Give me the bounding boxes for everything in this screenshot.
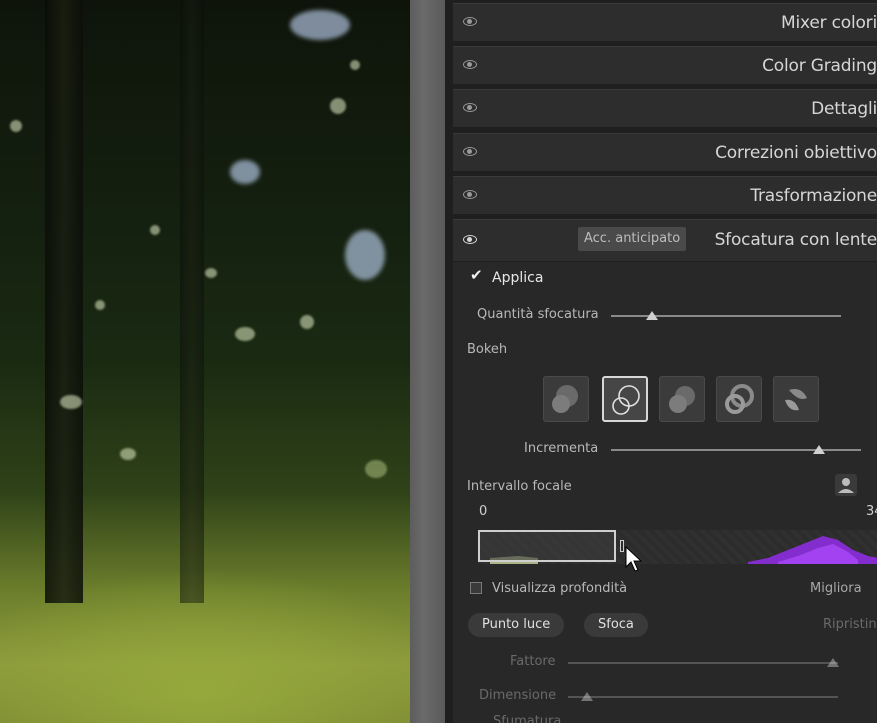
apply-checkbox[interactable]: ✔ bbox=[470, 268, 483, 283]
lens-blur-body: ✔ Applica Quantità sfocatura Bokeh Incre… bbox=[453, 262, 877, 723]
section-title: Mixer colori bbox=[781, 13, 877, 33]
section-color-grading[interactable]: Color Grading bbox=[453, 46, 877, 84]
tree-trunk bbox=[45, 0, 83, 603]
photo-preview[interactable] bbox=[0, 0, 410, 723]
bokeh-ring-button[interactable] bbox=[602, 376, 648, 422]
tree-trunk bbox=[180, 0, 204, 603]
refine-label[interactable]: Migliora bbox=[810, 581, 862, 596]
eye-icon[interactable] bbox=[463, 190, 477, 199]
eye-icon[interactable] bbox=[463, 235, 477, 244]
section-title: Correzioni obiettivo bbox=[715, 143, 877, 163]
section-mixer-colori[interactable]: Mixer colori bbox=[453, 3, 877, 41]
boost-label: Incrementa bbox=[524, 441, 599, 456]
mouse-pointer-icon bbox=[625, 545, 643, 572]
eye-icon[interactable] bbox=[463, 147, 477, 156]
bokeh-cat-eye-button[interactable] bbox=[773, 376, 819, 422]
section-title: Color Grading bbox=[762, 56, 877, 76]
sky-highlight bbox=[345, 230, 385, 280]
section-title: Trasformazione bbox=[750, 186, 877, 206]
blur-amount-label: Quantità sfocatura bbox=[477, 307, 599, 322]
ring-bokeh-icon bbox=[612, 385, 640, 415]
bokeh-highlight bbox=[350, 60, 360, 70]
highlight-button[interactable]: Punto luce bbox=[468, 613, 565, 637]
bokeh-label: Bokeh bbox=[467, 342, 508, 357]
factor-label: Fattore bbox=[510, 654, 556, 669]
bokeh-highlight bbox=[10, 120, 22, 132]
bokeh-highlight bbox=[365, 460, 387, 478]
section-lens-blur-header[interactable]: Acc. anticipato Sfocatura con lente bbox=[453, 219, 877, 261]
bokeh-highlight bbox=[120, 448, 136, 460]
eye-icon[interactable] bbox=[463, 103, 477, 112]
focal-range-depth-histogram[interactable] bbox=[478, 530, 877, 564]
bokeh-blade-button[interactable] bbox=[659, 376, 705, 422]
sky-highlight bbox=[230, 160, 260, 184]
section-trasformazione[interactable]: Trasformazione bbox=[453, 176, 877, 214]
section-correzioni-obiettivo[interactable]: Correzioni obiettivo bbox=[453, 133, 877, 171]
circle-bokeh-icon bbox=[552, 385, 578, 413]
bokeh-highlight bbox=[205, 268, 217, 278]
size-slider-track[interactable] bbox=[568, 696, 838, 698]
reset-link[interactable]: Ripristin bbox=[823, 617, 877, 632]
early-access-badge: Acc. anticipato bbox=[578, 227, 687, 251]
focal-range-label: Intervallo focale bbox=[467, 479, 572, 494]
bokeh-highlight bbox=[60, 395, 82, 409]
next-option-label: Sfumatura bbox=[493, 714, 562, 723]
focus-subject-icon[interactable] bbox=[835, 474, 857, 496]
bokeh-donut-button[interactable] bbox=[716, 376, 762, 422]
bokeh-highlight bbox=[330, 98, 346, 114]
panel-divider bbox=[410, 0, 445, 723]
show-depth-checkbox[interactable] bbox=[470, 582, 482, 594]
blade-bokeh-icon bbox=[669, 386, 695, 413]
bokeh-highlight bbox=[300, 315, 314, 329]
sky-highlight bbox=[290, 10, 350, 40]
focal-max-value: 34 bbox=[866, 504, 877, 519]
section-title: Sfocatura con lente bbox=[714, 230, 877, 250]
focal-range-selection-box[interactable] bbox=[478, 530, 616, 562]
section-dettagli[interactable]: Dettagli bbox=[453, 89, 877, 127]
bokeh-circle-button[interactable] bbox=[543, 376, 589, 422]
eye-icon[interactable] bbox=[463, 60, 477, 69]
section-title: Dettagli bbox=[811, 99, 877, 119]
bokeh-highlight bbox=[95, 300, 105, 310]
factor-slider-track[interactable] bbox=[568, 662, 838, 664]
bokeh-highlight bbox=[235, 327, 255, 341]
develop-panel: Mixer colori Color Grading Dettagli Corr… bbox=[445, 0, 877, 723]
apply-label: Applica bbox=[492, 270, 544, 286]
size-label: Dimensione bbox=[479, 688, 557, 703]
factor-slider-thumb[interactable] bbox=[826, 658, 839, 667]
focal-min-value: 0 bbox=[479, 504, 488, 519]
blur-button[interactable]: Sfoca bbox=[584, 613, 648, 637]
size-slider-thumb[interactable] bbox=[580, 692, 593, 701]
eye-icon[interactable] bbox=[463, 17, 477, 26]
blur-amount-slider-thumb[interactable] bbox=[646, 311, 659, 320]
boost-slider-thumb[interactable] bbox=[812, 445, 825, 454]
bokeh-highlight bbox=[150, 225, 160, 235]
donut-bokeh-icon bbox=[725, 384, 754, 414]
cat-eye-bokeh-icon bbox=[785, 389, 807, 411]
show-depth-label: Visualizza profondità bbox=[492, 581, 628, 596]
